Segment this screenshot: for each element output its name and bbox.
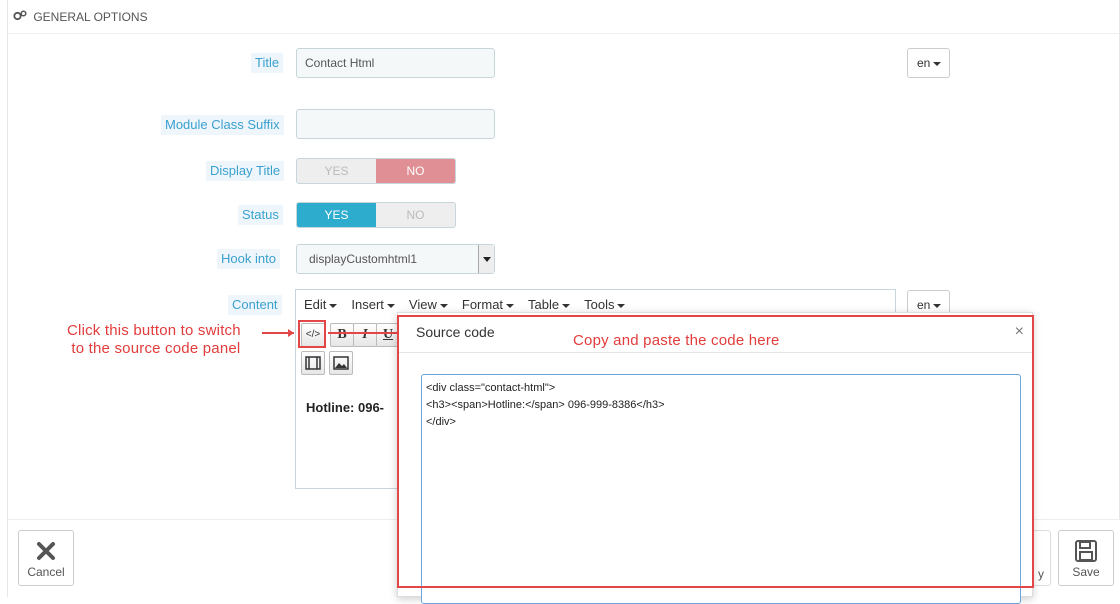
insert-video-button[interactable] <box>301 351 325 375</box>
title-input[interactable]: Contact Html <box>296 48 495 78</box>
content-lang-label: en <box>917 298 931 312</box>
panel-title: GENERAL OPTIONS <box>33 10 148 24</box>
display-title-no[interactable]: NO <box>376 159 455 183</box>
cancel-button[interactable]: Cancel <box>18 530 74 586</box>
display-title-yes[interactable]: YES <box>297 159 376 183</box>
title-lang-dropdown[interactable]: en <box>907 48 950 78</box>
menu-insert[interactable]: Insert <box>351 297 395 318</box>
content-label: Content <box>228 295 282 315</box>
menu-edit[interactable]: Edit <box>304 297 338 318</box>
hook-into-label: Hook into <box>217 249 280 269</box>
source-code-textarea[interactable]: <div class="contact-html"> <h3><span>Hot… <box>421 374 1021 604</box>
status-yes[interactable]: YES <box>297 203 376 227</box>
source-code-modal: Source code × <div class="contact-html">… <box>397 312 1033 604</box>
modal-title: Source code <box>416 324 495 340</box>
cogs-icon <box>13 10 30 24</box>
annotation-arrows <box>262 329 397 337</box>
status-switch[interactable]: YES NO <box>296 202 456 228</box>
module-class-suffix-input[interactable] <box>296 109 495 139</box>
image-icon <box>333 356 349 370</box>
status-label: Status <box>238 205 283 225</box>
close-icon[interactable]: × <box>1015 323 1024 341</box>
annotation-left: Click this button to switch to the sourc… <box>67 322 241 357</box>
title-label: Title <box>251 53 284 73</box>
film-icon <box>305 356 321 370</box>
floppy-disk-icon <box>1075 540 1097 562</box>
module-class-suffix-label: Module Class Suffix <box>161 115 284 135</box>
close-icon <box>37 542 55 560</box>
title-lang-label: en <box>917 56 931 70</box>
panel-heading: GENERAL OPTIONS <box>8 0 1120 34</box>
save-button[interactable]: Save <box>1058 530 1114 586</box>
editor-body-text[interactable]: Hotline: 096- <box>306 400 384 415</box>
chevron-down-icon <box>933 303 942 308</box>
hook-into-value: displayCustomhtml1 <box>309 252 418 266</box>
save-label: Save <box>1072 565 1100 579</box>
hook-into-select[interactable]: displayCustomhtml1 <box>296 244 495 274</box>
status-no[interactable]: NO <box>376 203 455 227</box>
display-title-label: Display Title <box>206 161 285 181</box>
select-arrow-icon <box>478 245 494 273</box>
save-and-stay-label: y <box>1038 567 1044 581</box>
chevron-down-icon <box>933 61 942 66</box>
display-title-switch[interactable]: YES NO <box>296 158 456 184</box>
insert-image-button[interactable] <box>329 351 353 375</box>
cancel-label: Cancel <box>27 565 65 579</box>
annotation-right: Copy and paste the code here <box>573 332 780 349</box>
